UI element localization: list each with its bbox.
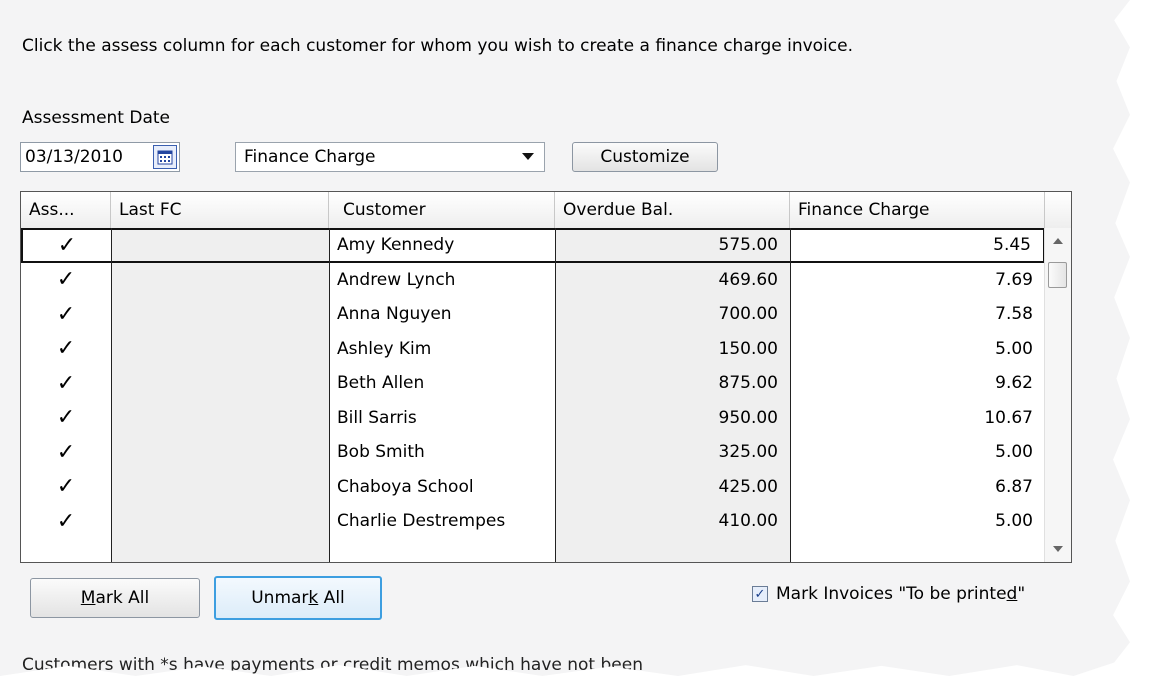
assess-checkmark-icon[interactable]: ✓ <box>21 332 111 367</box>
table-row[interactable]: ✓ Bob Smith 325.00 5.00 <box>21 435 1045 470</box>
instruction-text: Click the assess column for each custome… <box>22 36 853 56</box>
finance-charge-cell[interactable]: 7.69 <box>790 263 1045 298</box>
table-header: Ass... Last FC Customer Overdue Bal. Fin… <box>21 192 1071 229</box>
unmark-all-label: Unmark All <box>251 588 345 608</box>
assess-checkmark-icon[interactable]: ✓ <box>21 401 111 436</box>
customer-cell[interactable]: Andrew Lynch <box>329 263 555 298</box>
overdue-balance-cell[interactable]: 575.00 <box>555 228 790 263</box>
assess-checkmark-icon[interactable]: ✓ <box>21 435 111 470</box>
table-row[interactable]: ✓ Bill Sarris 950.00 10.67 <box>21 400 1045 436</box>
customer-cell[interactable]: Bill Sarris <box>329 401 555 436</box>
customer-cell[interactable]: Amy Kennedy <box>329 228 555 263</box>
header-last-fc[interactable]: Last FC <box>111 192 329 228</box>
last-fc-cell[interactable] <box>111 504 329 539</box>
assessment-date-value: 03/13/2010 <box>25 147 123 167</box>
unmark-all-button[interactable]: Unmark All <box>214 576 382 620</box>
last-fc-cell[interactable] <box>111 366 329 401</box>
last-fc-cell[interactable] <box>111 331 329 366</box>
overdue-balance-cell[interactable]: 425.00 <box>555 469 790 504</box>
header-finance-charge[interactable]: Finance Charge <box>790 192 1045 228</box>
overdue-balance-cell[interactable]: 150.00 <box>555 331 790 366</box>
header-assess[interactable]: Ass... <box>21 192 111 228</box>
finance-charge-cell[interactable]: 10.67 <box>790 401 1045 436</box>
assess-checkmark-icon[interactable]: ✓ <box>21 297 111 332</box>
column-divider <box>329 228 330 562</box>
template-dropdown-value: Finance Charge <box>244 147 376 167</box>
customer-cell[interactable]: Charlie Destrempes <box>329 504 555 539</box>
finance-charge-cell[interactable]: 9.62 <box>790 366 1045 401</box>
customer-cell[interactable]: Chaboya School <box>329 470 555 505</box>
column-divider <box>111 228 112 562</box>
scroll-down-arrow-icon[interactable] <box>1053 546 1063 552</box>
mark-to-be-printed-checkbox[interactable]: ✓ Mark Invoices "To be printed" <box>752 584 1025 604</box>
table-row[interactable]: ✓ Andrew Lynch 469.60 7.69 <box>21 262 1045 298</box>
finance-charge-cell[interactable]: 5.00 <box>790 332 1045 367</box>
overdue-balance-cell[interactable]: 325.00 <box>555 435 790 470</box>
last-fc-cell[interactable] <box>111 400 329 435</box>
finance-charge-cell[interactable]: 6.87 <box>790 470 1045 505</box>
header-overdue-balance[interactable]: Overdue Bal. <box>555 192 790 228</box>
finance-charge-cell[interactable]: 5.00 <box>790 435 1045 470</box>
assess-checkmark-icon[interactable]: ✓ <box>21 263 111 298</box>
customer-cell[interactable]: Beth Allen <box>329 366 555 401</box>
last-fc-cell[interactable] <box>111 435 329 470</box>
finance-charge-panel: Click the assess column for each custome… <box>0 0 1130 676</box>
checkbox-checked-icon[interactable]: ✓ <box>752 586 768 602</box>
overdue-balance-cell[interactable]: 700.00 <box>555 297 790 332</box>
last-fc-cell[interactable] <box>111 297 329 332</box>
customer-cell[interactable]: Bob Smith <box>329 435 555 470</box>
table-scrollbar[interactable] <box>1044 228 1071 562</box>
finance-charge-cell[interactable]: 5.00 <box>790 504 1045 539</box>
calendar-icon[interactable] <box>153 145 177 169</box>
customize-button[interactable]: Customize <box>572 142 718 172</box>
column-divider <box>555 228 556 562</box>
assess-checkmark-icon[interactable]: ✓ <box>21 228 111 263</box>
mark-to-be-printed-label: Mark Invoices "To be printed" <box>776 584 1026 604</box>
assess-checkmark-icon[interactable]: ✓ <box>21 470 111 505</box>
table-row[interactable]: ✓ Beth Allen 875.00 9.62 <box>21 366 1045 401</box>
overdue-balance-cell[interactable]: 410.00 <box>555 504 790 539</box>
table-row[interactable]: ✓ Chaboya School 425.00 6.87 <box>21 469 1045 505</box>
table-row[interactable]: ✓ Charlie Destrempes 410.00 5.00 <box>21 504 1045 539</box>
table-row[interactable]: ✓ Amy Kennedy 575.00 5.45 <box>21 228 1045 263</box>
customer-cell[interactable]: Ashley Kim <box>329 332 555 367</box>
table-rows: ✓ Amy Kennedy 575.00 5.45 ✓ Andrew Lynch 469.6… <box>21 228 1045 539</box>
last-fc-cell[interactable] <box>111 228 329 263</box>
assessment-date-label: Assessment Date <box>22 108 171 128</box>
assess-checkmark-icon[interactable]: ✓ <box>21 366 111 401</box>
overdue-balance-cell[interactable]: 469.60 <box>555 262 790 297</box>
table-row[interactable]: ✓ Ashley Kim 150.00 5.00 <box>21 331 1045 367</box>
header-customer[interactable]: Customer <box>329 192 555 228</box>
customer-cell[interactable]: Anna Nguyen <box>329 297 555 332</box>
overdue-balance-cell[interactable]: 950.00 <box>555 400 790 435</box>
table-row[interactable]: ✓ Anna Nguyen 700.00 7.58 <box>21 297 1045 332</box>
finance-charge-table: Ass... Last FC Customer Overdue Bal. Fin… <box>20 191 1072 563</box>
scrollbar-thumb[interactable] <box>1048 262 1067 288</box>
assessment-date-field[interactable]: 03/13/2010 <box>20 142 180 172</box>
column-divider <box>790 228 791 562</box>
chevron-down-icon[interactable] <box>522 153 534 160</box>
mark-all-button[interactable]: Mark All <box>30 578 200 618</box>
template-dropdown[interactable]: Finance Charge <box>235 142 545 172</box>
overdue-balance-cell[interactable]: 875.00 <box>555 366 790 401</box>
assess-checkmark-icon[interactable]: ✓ <box>21 504 111 539</box>
last-fc-cell[interactable] <box>111 262 329 297</box>
footnote-text: Customers with *s have payments or credi… <box>22 655 643 675</box>
finance-charge-cell[interactable]: 7.58 <box>790 297 1045 332</box>
finance-charge-cell[interactable]: 5.45 <box>790 228 1045 263</box>
last-fc-cell[interactable] <box>111 469 329 504</box>
scroll-up-arrow-icon[interactable] <box>1053 238 1063 244</box>
mark-all-label: Mark All <box>80 588 150 608</box>
